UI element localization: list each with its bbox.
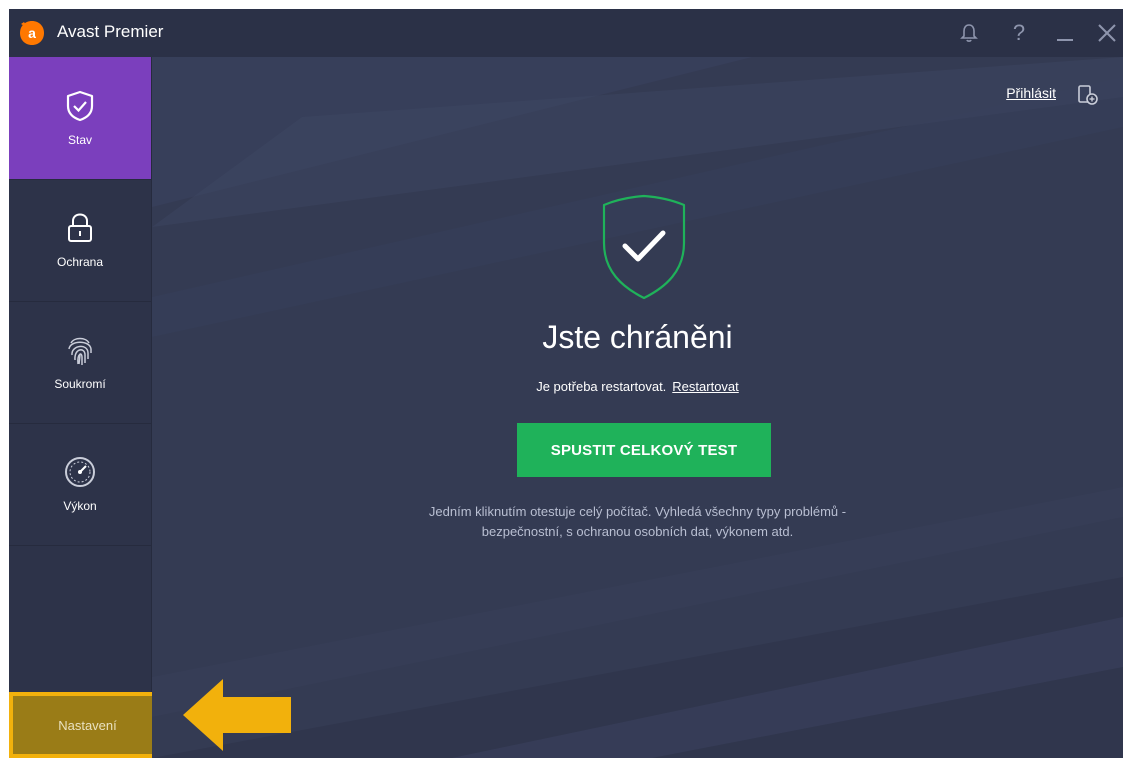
description-line-1: Jedním kliknutím otestuje celý počítač. …: [428, 504, 847, 519]
title-bar: a Avast Premier ?: [9, 9, 1123, 57]
sidebar-item-ochrana[interactable]: Ochrana: [9, 179, 151, 302]
shield-status-icon: [602, 194, 686, 300]
main-panel: Přihlásit Jste chráněni Je potřeba resta…: [152, 57, 1123, 758]
restart-notice: Je potřeba restartovat. Restartovat: [152, 379, 1123, 394]
shield-check-icon: [63, 89, 97, 123]
sidebar-item-soukromi[interactable]: Soukromí: [9, 301, 151, 424]
help-icon[interactable]: ?: [1005, 19, 1033, 47]
signin-link[interactable]: Přihlásit: [1006, 85, 1056, 101]
sidebar-item-label: Výkon: [63, 499, 97, 513]
sidebar-item-label: Ochrana: [56, 255, 104, 269]
settings-button[interactable]: Nastavení: [9, 692, 166, 758]
bell-icon[interactable]: [955, 19, 983, 47]
description-line-2: bezpečnostní, s ochranou osobních dat, v…: [481, 524, 794, 539]
scan-description: Jedním kliknutím otestuje celý počítač. …: [152, 502, 1123, 542]
avast-window: a Avast Premier ? Stav Ochrana Soukromí …: [9, 9, 1123, 758]
help-glyph: ?: [1012, 20, 1026, 45]
avast-logo-icon: a: [20, 21, 44, 45]
sidebar: Stav Ochrana Soukromí Výkon: [9, 57, 152, 758]
close-icon[interactable]: [1093, 19, 1121, 47]
speedometer-icon: [63, 455, 97, 489]
fingerprint-icon: [63, 333, 97, 367]
status-title: Jste chráněni: [542, 319, 733, 355]
restart-link[interactable]: Restartovat: [672, 379, 738, 394]
svg-text:a: a: [28, 25, 36, 41]
app-title: Avast Premier: [57, 22, 164, 41]
sidebar-item-label: Soukromí: [54, 377, 106, 391]
add-device-icon[interactable]: [1077, 84, 1099, 106]
lock-icon: [63, 211, 97, 245]
sidebar-item-vykon[interactable]: Výkon: [9, 423, 151, 546]
sidebar-item-label: Stav: [67, 133, 92, 147]
sidebar-item-stav[interactable]: Stav: [9, 57, 151, 180]
full-scan-button[interactable]: SPUSTIT CELKOVÝ TEST: [517, 423, 771, 477]
background-pattern: [152, 57, 1123, 758]
highlight-arrow-icon: [183, 679, 291, 751]
restart-text: Je potřeba restartovat.: [536, 379, 667, 394]
minimize-icon[interactable]: [1051, 19, 1079, 47]
